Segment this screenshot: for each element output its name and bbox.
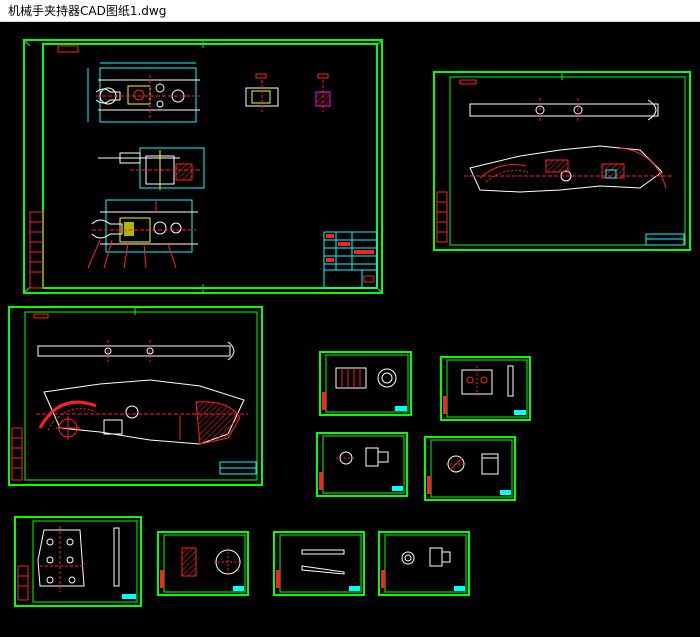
gripper-front-view xyxy=(98,147,205,190)
gripper-side-view xyxy=(245,73,331,112)
finger-top-view xyxy=(37,340,235,362)
finger-front-view xyxy=(36,379,248,445)
drawing-sheet-bushing[interactable] xyxy=(378,531,470,596)
drawing-sheet-pin[interactable] xyxy=(157,531,249,596)
drawing-sheet-rod[interactable] xyxy=(273,531,365,596)
drawing-sheet-arm[interactable] xyxy=(433,71,691,251)
side-legend xyxy=(29,211,44,289)
gripper-section-view xyxy=(87,199,198,269)
title-block xyxy=(323,231,378,289)
drawing-sheet-nut[interactable] xyxy=(424,436,516,501)
drawing-sheet-finger[interactable] xyxy=(8,306,263,486)
drawing-sheet-gear[interactable] xyxy=(316,432,408,497)
arm-front-view xyxy=(464,145,672,193)
title-bar: 机械手夹持器CAD图纸1.dwg xyxy=(0,0,700,22)
side-legend xyxy=(11,427,23,481)
gripper-top-view xyxy=(87,62,200,123)
side-legend xyxy=(436,191,448,243)
drawing-sheet-block[interactable] xyxy=(440,356,531,421)
arm-top-view xyxy=(469,98,659,122)
window-title: 机械手夹持器CAD图纸1.dwg xyxy=(8,4,167,18)
cad-drawing-canvas[interactable] xyxy=(0,22,700,637)
drawing-sheet-plate[interactable] xyxy=(14,516,142,607)
drawing-sheet-assembly[interactable] xyxy=(23,39,383,294)
drawing-sheet-spring[interactable] xyxy=(319,351,412,416)
